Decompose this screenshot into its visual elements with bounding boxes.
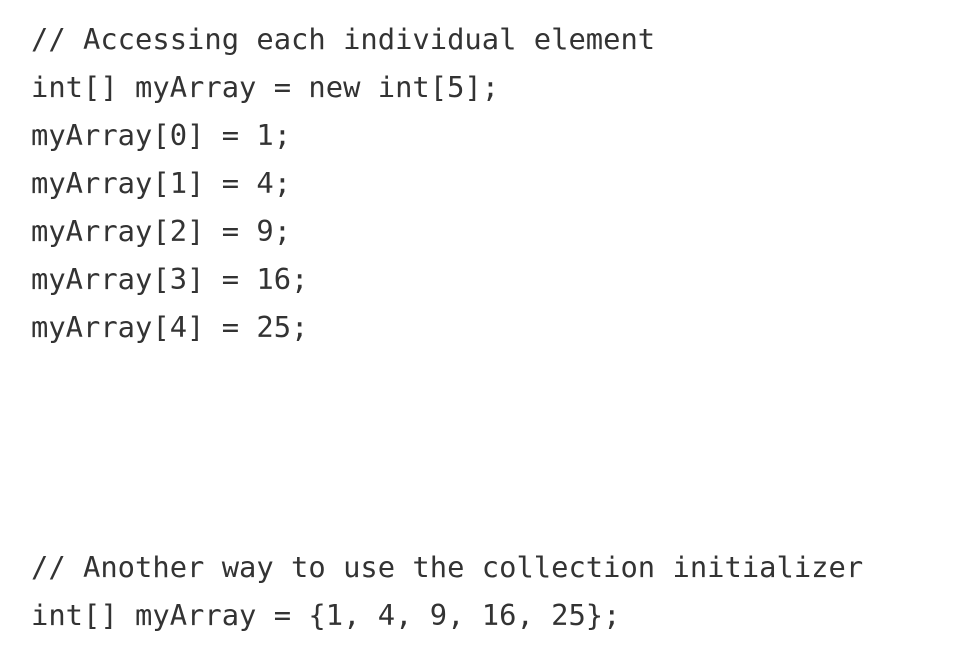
code-line: myArray[3] = 16; — [31, 262, 309, 296]
code-line: int[] myArray = new int[5]; — [31, 70, 500, 104]
code-comment-line: // Another way to use the collection ini… — [31, 550, 864, 584]
code-line: myArray[1] = 4; — [31, 166, 292, 200]
code-line: myArray[2] = 9; — [31, 214, 292, 248]
code-comment-line: // Accessing each individual element — [31, 22, 656, 56]
code-line: int[] myArray = {1, 4, 9, 16, 25}; — [31, 598, 621, 632]
code-line: myArray[0] = 1; — [31, 118, 292, 152]
code-line: myArray[4] = 25; — [31, 310, 309, 344]
